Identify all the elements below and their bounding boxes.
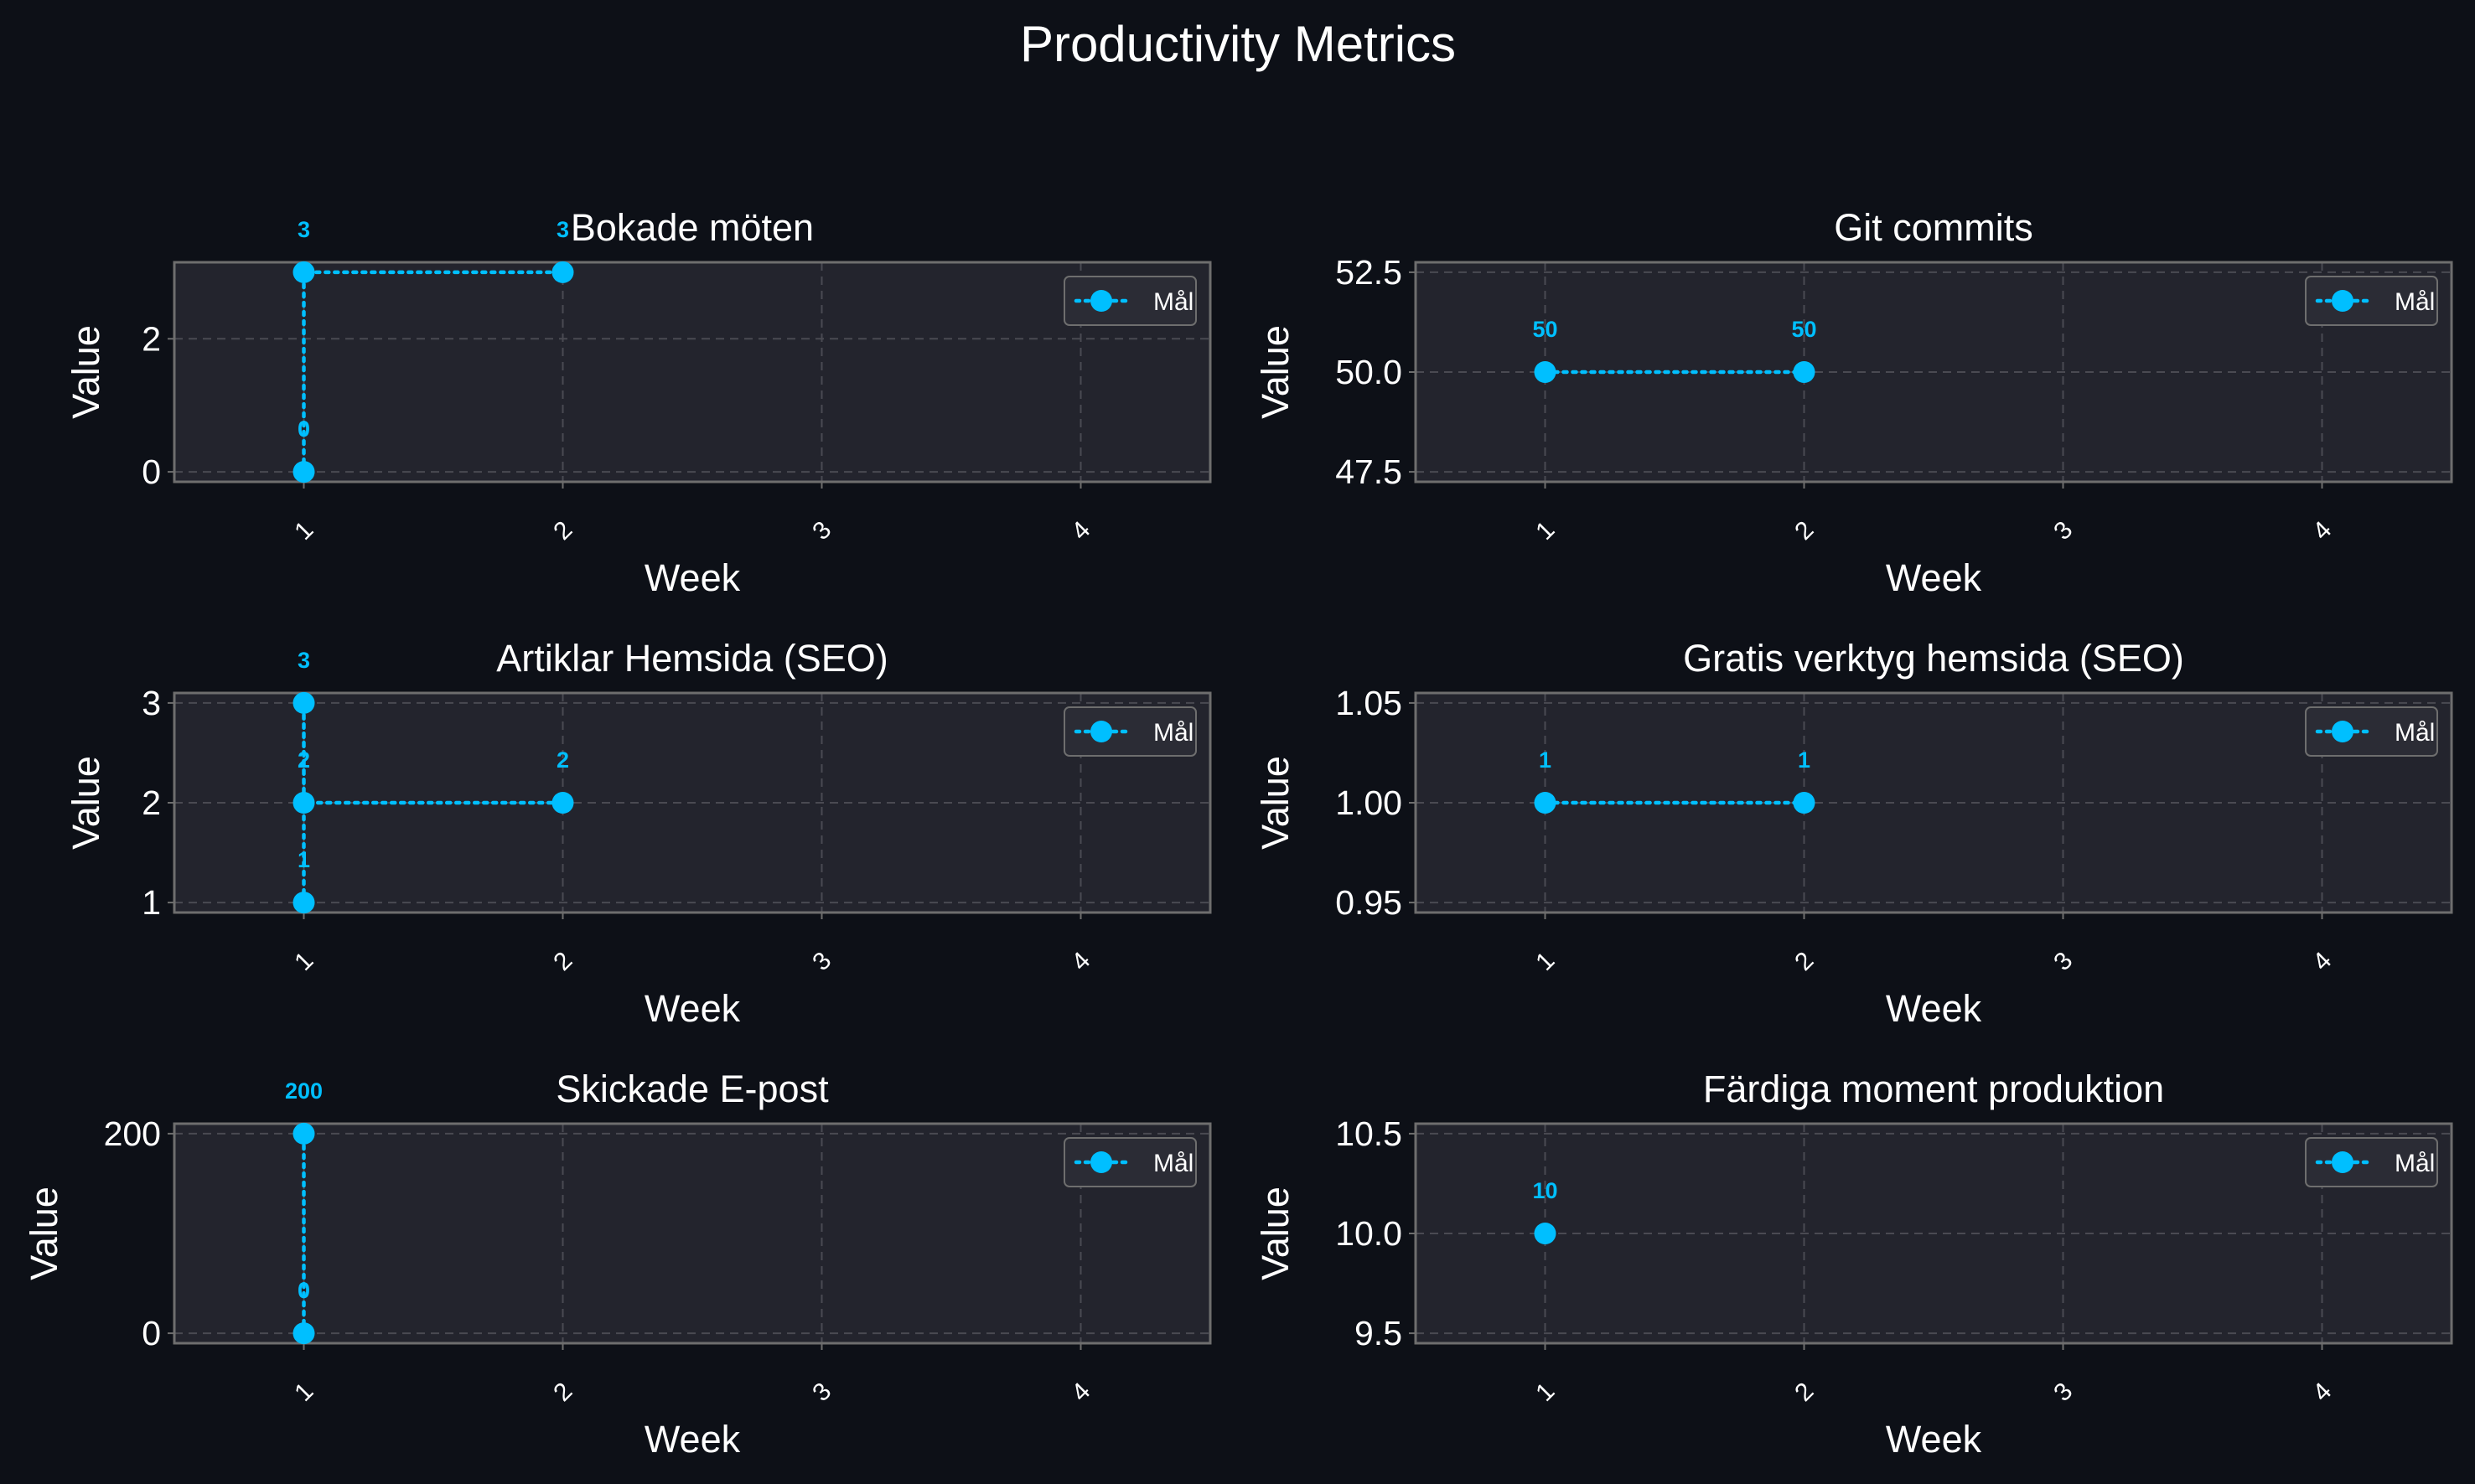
y-axis-label: Value <box>65 325 107 419</box>
y-tick-label: 10.5 <box>1335 1114 1402 1153</box>
data-label: 10 <box>1532 1178 1557 1203</box>
y-axis-label: Value <box>65 756 107 850</box>
panel-title: Skickade E-post <box>556 1068 829 1110</box>
legend-marker <box>2332 721 2353 742</box>
y-axis-label: Value <box>23 1187 65 1280</box>
y-tick-label: 52.5 <box>1335 253 1402 292</box>
y-tick-label: 200 <box>104 1114 161 1153</box>
data-label: 3 <box>557 217 569 242</box>
data-point <box>1793 792 1815 814</box>
data-label: 3 <box>298 217 310 242</box>
legend-label: Mål <box>2395 1150 2435 1177</box>
data-point <box>293 461 315 483</box>
x-axis-label: Week <box>1886 556 1982 599</box>
y-tick-label: 10.0 <box>1335 1214 1402 1253</box>
data-label: 1 <box>298 847 310 872</box>
legend-label: Mål <box>1153 719 1193 747</box>
data-point <box>293 792 315 814</box>
legend-marker <box>2332 1151 2353 1173</box>
data-point <box>293 892 315 914</box>
plot-area <box>174 1124 1210 1343</box>
y-tick-label: 3 <box>142 684 161 722</box>
legend-marker <box>2332 290 2353 312</box>
y-tick-label: 2 <box>142 319 161 358</box>
y-tick-label: 1 <box>142 883 161 922</box>
figure-title: Productivity Metrics <box>1020 16 1456 72</box>
data-label: 200 <box>285 1078 323 1104</box>
x-axis-label: Week <box>645 987 741 1030</box>
data-label: 2 <box>557 747 569 773</box>
legend-label: Mål <box>1153 1150 1193 1177</box>
legend-marker <box>1090 290 1112 312</box>
data-point <box>1534 361 1556 383</box>
data-point <box>1534 792 1556 814</box>
data-point <box>1534 1223 1556 1244</box>
x-axis-label: Week <box>1886 1418 1982 1461</box>
data-label: 50 <box>1532 317 1557 342</box>
y-tick-label: 1.00 <box>1335 783 1402 822</box>
x-axis-label: Week <box>645 556 741 599</box>
data-point <box>551 261 574 283</box>
y-axis-label: Value <box>1254 1187 1297 1280</box>
panel-title: Gratis verktyg hemsida (SEO) <box>1683 637 2184 680</box>
y-tick-label: 9.5 <box>1354 1314 1402 1352</box>
y-tick-label: 2 <box>142 783 161 822</box>
data-label: 50 <box>1791 317 1816 342</box>
y-tick-label: 1.05 <box>1335 684 1402 722</box>
y-axis-label: Value <box>1254 325 1297 419</box>
data-point <box>293 1122 315 1145</box>
figure: Productivity Metrics 021 2 3 4WeekValueBoka… <box>0 0 2475 1484</box>
data-point <box>293 691 315 714</box>
data-label: 1 <box>1798 747 1810 773</box>
data-point <box>293 261 315 283</box>
legend-label: Mål <box>2395 288 2435 316</box>
data-point <box>293 1322 315 1345</box>
panel-title: Git commits <box>1834 206 2033 249</box>
y-tick-label: 0.95 <box>1335 883 1402 922</box>
data-label: 3 <box>298 648 310 673</box>
y-axis-label: Value <box>1254 756 1297 850</box>
legend-marker <box>1090 721 1112 742</box>
legend-marker <box>1090 1151 1112 1173</box>
y-tick-label: 0 <box>142 452 161 491</box>
data-label: 0 <box>298 1278 310 1303</box>
data-label: 2 <box>298 747 310 773</box>
data-point <box>551 792 574 814</box>
data-point <box>1793 361 1815 383</box>
panel-title: Färdiga moment produktion <box>1703 1068 2164 1110</box>
panel-title: Artiklar Hemsida (SEO) <box>496 637 888 680</box>
data-label: 1 <box>1539 747 1551 773</box>
x-axis-label: Week <box>645 1418 741 1461</box>
data-label: 0 <box>298 416 310 442</box>
plot-area <box>174 262 1210 482</box>
legend-label: Mål <box>1153 288 1193 316</box>
y-tick-label: 47.5 <box>1335 452 1402 491</box>
y-tick-label: 0 <box>142 1314 161 1352</box>
legend-label: Mål <box>2395 719 2435 747</box>
y-tick-label: 50.0 <box>1335 353 1402 391</box>
panel-title: Bokade möten <box>571 206 814 249</box>
x-axis-label: Week <box>1886 987 1982 1030</box>
